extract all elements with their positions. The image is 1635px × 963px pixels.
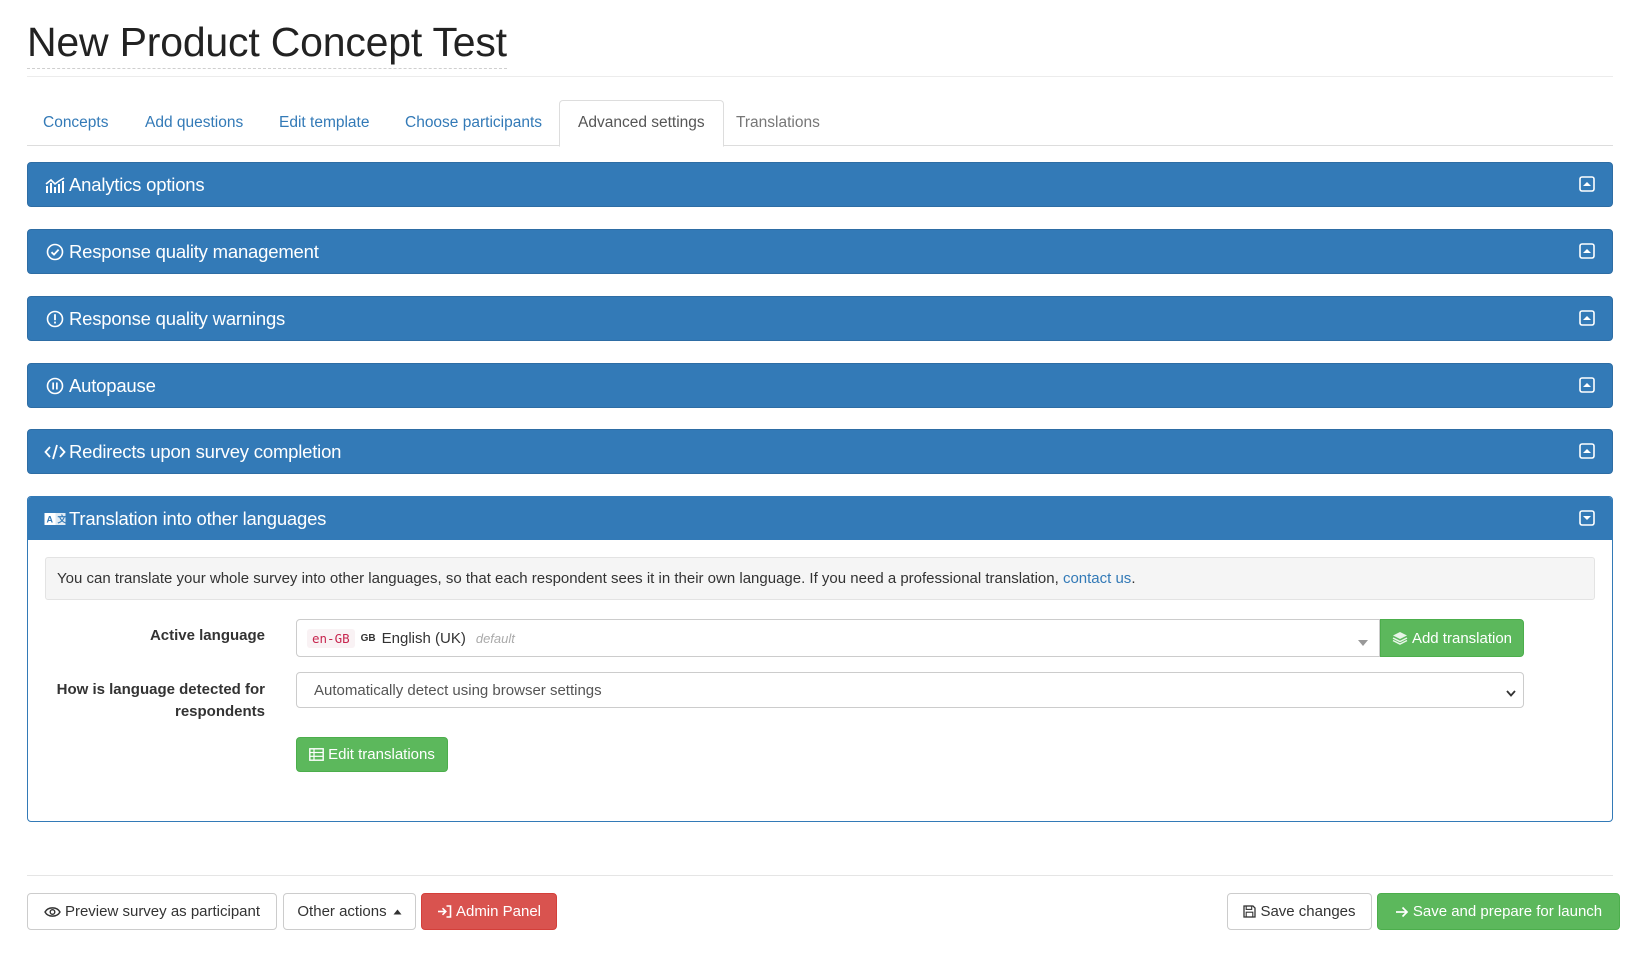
sign-in-icon (437, 905, 452, 918)
eye-icon (44, 906, 61, 918)
tab-bar: Concepts Add questions Edit template Cho… (25, 100, 1613, 147)
panel-title: Response quality management (69, 240, 319, 262)
panel-translation: A文 Translation into other languages You … (27, 496, 1613, 822)
tab-add-questions[interactable]: Add questions (127, 100, 261, 146)
contact-us-link[interactable]: contact us (1063, 570, 1131, 587)
tab-translations[interactable]: Translations (718, 100, 838, 146)
check-circle-icon (44, 241, 66, 263)
panel-translation-header[interactable]: A文 Translation into other languages (28, 497, 1612, 540)
stack-icon (1392, 631, 1408, 645)
language-detection-select[interactable]: Automatically detect using browser setti… (296, 672, 1524, 708)
language-flag: GB (360, 632, 376, 644)
panel-autopause: Autopause (27, 363, 1613, 408)
tab-concepts[interactable]: Concepts (25, 100, 126, 146)
translation-info-box: You can translate your whole survey into… (45, 557, 1595, 600)
other-actions-button[interactable]: Other actions (283, 893, 416, 930)
collapse-toggle-icon[interactable] (1578, 175, 1596, 193)
svg-text:A: A (47, 514, 54, 524)
caret-up-icon (393, 909, 402, 915)
active-language-select[interactable]: en-GB GB English (UK) default (296, 619, 1380, 657)
panel-analytics-header[interactable]: Analytics options (28, 163, 1612, 206)
edit-translations-label: Edit translations (328, 746, 435, 763)
save-changes-button[interactable]: Save changes (1227, 893, 1372, 930)
preview-survey-button[interactable]: Preview survey as participant (27, 893, 277, 930)
collapse-toggle-icon[interactable] (1578, 309, 1596, 327)
panel-redirects: Redirects upon survey completion (27, 429, 1613, 474)
chart-icon (44, 174, 66, 196)
tab-edit-template[interactable]: Edit template (261, 100, 387, 146)
save-and-launch-button[interactable]: Save and prepare for launch (1377, 893, 1620, 930)
detection-value: Automatically detect using browser setti… (314, 681, 602, 699)
info-suffix: . (1131, 570, 1136, 587)
add-translation-label: Add translation (1411, 629, 1513, 647)
panel-autopause-header[interactable]: Autopause (28, 364, 1612, 407)
title-divider (27, 76, 1613, 77)
chevron-down-icon (1505, 685, 1517, 702)
language-code: en-GB (307, 628, 355, 648)
panel-analytics-options: Analytics options (27, 162, 1613, 207)
svg-text:文: 文 (57, 513, 67, 524)
admin-panel-button[interactable]: Admin Panel (421, 893, 557, 930)
panel-quality-management-header[interactable]: Response quality management (28, 230, 1612, 273)
panel-title: Response quality warnings (69, 307, 286, 329)
panel-response-quality-management: Response quality management (27, 229, 1613, 274)
expand-toggle-icon[interactable] (1578, 509, 1596, 527)
panel-title: Analytics options (69, 173, 205, 195)
collapse-toggle-icon[interactable] (1578, 376, 1596, 394)
footer-divider (27, 875, 1613, 876)
active-language-label: Active language (149, 627, 265, 644)
code-icon (44, 441, 66, 463)
edit-translations-button[interactable]: Edit translations (296, 737, 448, 772)
save-icon (1243, 905, 1257, 918)
add-translation-button[interactable]: Add translation (1380, 619, 1524, 657)
save-and-launch-label: Save and prepare for launch (1412, 903, 1603, 920)
language-name: English (UK) (381, 629, 466, 647)
panel-quality-warnings-header[interactable]: Response quality warnings (28, 297, 1612, 340)
language-default-tag: default (475, 630, 515, 646)
tab-advanced-settings[interactable]: Advanced settings (559, 100, 724, 147)
other-actions-label: Other actions (297, 903, 387, 920)
page-title[interactable]: New Product Concept Test (27, 18, 507, 69)
admin-panel-label: Admin Panel (455, 903, 542, 920)
collapse-toggle-icon[interactable] (1578, 442, 1596, 460)
save-changes-label: Save changes (1260, 903, 1356, 920)
arrow-right-icon (1395, 906, 1409, 918)
preview-survey-label: Preview survey as participant (64, 903, 261, 920)
collapse-toggle-icon[interactable] (1578, 242, 1596, 260)
translate-icon: A文 (44, 508, 66, 530)
tab-choose-participants[interactable]: Choose participants (387, 100, 560, 146)
panel-title: Autopause (69, 374, 156, 396)
panel-redirects-header[interactable]: Redirects upon survey completion (28, 430, 1612, 473)
table-icon (309, 748, 325, 761)
caret-down-icon (1357, 634, 1369, 651)
panel-title: Redirects upon survey completion (69, 440, 342, 462)
info-text: You can translate your whole survey into… (57, 570, 1059, 587)
panel-title: Translation into other languages (69, 507, 327, 529)
pause-circle-icon (44, 375, 66, 397)
exclamation-circle-icon (44, 308, 66, 330)
detection-label: How is language detected for respondents (56, 681, 265, 720)
panel-response-quality-warnings: Response quality warnings (27, 296, 1613, 341)
